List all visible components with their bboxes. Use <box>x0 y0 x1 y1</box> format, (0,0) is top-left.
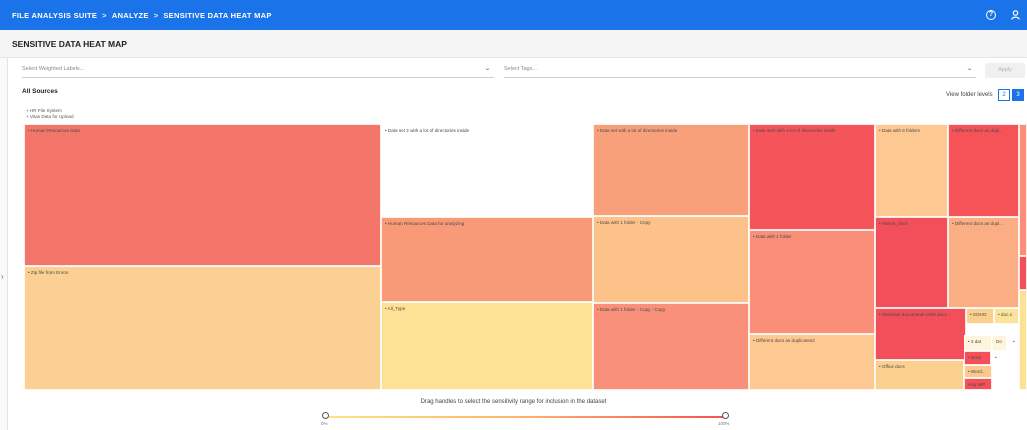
slider-max-label: 100% <box>718 421 730 426</box>
heatmap-tile[interactable] <box>1019 256 1027 290</box>
heatmap-tile-label: • Parent_docs <box>879 221 908 226</box>
breadcrumb: FILE ANALYSIS SUITE > ANALYZE > SENSITIV… <box>12 11 272 20</box>
heatmap-tile-label: • Data set 2 with a lot of directories i… <box>385 128 470 133</box>
heatmap-tile[interactable]: • All_Type <box>381 302 593 390</box>
heatmap-tile-label: • 3 dat <box>968 339 982 344</box>
breadcrumb-current: SENSITIVE DATA HEAT MAP <box>163 10 272 20</box>
heatmap-tile[interactable]: • Zip file from Enron <box>24 266 381 390</box>
heatmap-tile[interactable]: • Docs <box>964 351 991 365</box>
slider-max-handle[interactable] <box>722 412 729 419</box>
breadcrumb-analyze[interactable]: ANALYZE <box>112 11 149 20</box>
heatmap-tile[interactable]: Do <box>992 335 1007 351</box>
slider-instruction: Drag handles to select the sensitivity r… <box>420 399 607 405</box>
folder-level-2-button[interactable]: 2 <box>998 89 1010 101</box>
heatmap-tile-label: • Different docs as duplicates2 <box>753 338 815 343</box>
heatmap-tile[interactable]: • Data with 6 folders <box>875 124 948 217</box>
heatmap-tile-label: • Word... <box>968 369 986 374</box>
heatmap-tile[interactable]: • Data set 2 with a lot of directories i… <box>381 124 593 217</box>
heatmap-tile[interactable]: • Word... <box>964 365 992 378</box>
tags-select[interactable]: Select Tags... ⌄ <box>504 62 976 78</box>
heatmap-tile-label: • Office docs <box>879 364 905 369</box>
slider-min-label: 0% <box>321 421 328 426</box>
chevron-down-icon: ⌄ <box>483 66 492 72</box>
breadcrumb-separator: > <box>153 10 159 20</box>
top-bar: FILE ANALYSIS SUITE > ANALYZE > SENSITIV… <box>0 0 1027 30</box>
heatmap-tile[interactable]: • <box>991 351 1002 365</box>
heatmap-tile[interactable]: • SOHO <box>966 308 994 324</box>
heatmap-tile-label: Do <box>996 339 1002 344</box>
heatmap-tile-label: • Data with 6 folders <box>879 128 920 133</box>
breadcrumb-separator: > <box>102 10 107 20</box>
heatmap-tile-label: • Zip file from Enron <box>28 270 69 275</box>
user-icon[interactable] <box>1003 0 1027 30</box>
heatmap-tile[interactable]: • Parent_docs <box>875 217 948 308</box>
page-title: SENSITIVE DATA HEAT MAP <box>12 39 127 49</box>
heatmap-tile-label: • Data with 1 folder - Copy - Copy <box>597 307 666 312</box>
heatmap-tile-label: • doc.s <box>998 312 1012 317</box>
sidebar-toggle[interactable]: › <box>0 58 8 430</box>
heatmap-tile[interactable]: • Data set2 with a lot of directories in… <box>749 124 875 230</box>
source-item-vitas-data[interactable]: + Vitas Data for Upload <box>26 114 74 120</box>
heatmap-tile-label: Hug WP <box>968 382 986 387</box>
folder-levels-label: View folder levels <box>946 92 993 98</box>
heatmap-tile[interactable]: • Human Resources Data <box>24 124 381 266</box>
heatmap-tile[interactable]: • Different docs as dupl... <box>948 124 1019 217</box>
heatmap-tile-label: • Data set2 with a lot of directories in… <box>753 128 836 133</box>
heatmap-tile[interactable]: • Data set with a lot of directories ins… <box>593 124 749 216</box>
apply-button[interactable]: Apply <box>985 63 1025 78</box>
heatmap-tile[interactable]: • <box>1009 335 1019 351</box>
heat-map: • Human Resources Data • Zip file from En… <box>24 124 1027 390</box>
heatmap-tile-label: • Sensitive documents 1000 docs <box>879 312 947 317</box>
heatmap-tile-label: • SOHO <box>970 312 987 317</box>
heatmap-tile[interactable]: • Office docs <box>875 360 964 390</box>
heatmap-tile[interactable] <box>1019 290 1027 390</box>
heatmap-tile-label: • <box>995 355 997 360</box>
heatmap-tile-label: • Docs <box>968 355 982 360</box>
heatmap-tile-label: • Different docs as dupl... <box>952 221 1004 226</box>
help-icon[interactable]: ? <box>979 0 1003 30</box>
heatmap-tile[interactable]: • Data with 1 folder <box>749 230 875 334</box>
tags-placeholder: Select Tags... <box>504 66 537 72</box>
folder-level-3-button[interactable]: 3 <box>1012 89 1024 101</box>
source-list: + HR File System + Vitas Data for Upload <box>26 108 74 120</box>
weighted-labels-placeholder: Select Weighted Labels... <box>22 66 85 72</box>
heatmap-tile-label: • <box>1013 339 1015 344</box>
heatmap-tile[interactable]: • Different docs as duplicates2 <box>749 334 875 390</box>
heatmap-tile-label: • Human Resources Data <box>28 128 80 133</box>
heatmap-tile-label: • All_Type <box>385 306 406 311</box>
all-sources-heading[interactable]: All Sources <box>22 88 58 95</box>
chevron-down-icon: ⌄ <box>965 66 974 72</box>
heatmap-tile-label: • Data set with a lot of directories ins… <box>597 128 678 133</box>
heatmap-tile[interactable]: • Different docs as dupl... <box>948 217 1019 308</box>
heatmap-tile[interactable]: • 3 dat <box>964 335 992 351</box>
heatmap-tile[interactable]: • doc.s <box>994 308 1019 324</box>
heatmap-tile-label: • Human Resources Data for analyzing <box>385 221 465 226</box>
heatmap-tile[interactable]: • Human Resources Data for analyzing <box>381 217 593 302</box>
chevron-right-icon: › <box>1 272 4 281</box>
page-header <box>0 30 1027 58</box>
weighted-labels-select[interactable]: Select Weighted Labels... ⌄ <box>22 62 494 78</box>
heatmap-tile-label: • Data with 1 folder - Copy <box>597 220 651 225</box>
heatmap-tile[interactable]: • Data with 1 folder - Copy - Copy <box>593 303 749 390</box>
heatmap-tile[interactable]: • Data with 1 folder - Copy <box>593 216 749 303</box>
heatmap-tile-label: • Different docs as dupl... <box>952 128 1004 133</box>
heatmap-tile[interactable]: • Sensitive documents 1000 docs <box>875 308 966 360</box>
heatmap-tile[interactable]: Hug WP <box>964 378 992 390</box>
sensitivity-slider-track[interactable] <box>326 416 726 418</box>
slider-min-handle[interactable] <box>322 412 329 419</box>
heatmap-tile-label: • Data with 1 folder <box>753 234 792 239</box>
heatmap-tile[interactable] <box>1019 124 1027 256</box>
breadcrumb-file-analysis-suite[interactable]: FILE ANALYSIS SUITE <box>12 11 97 20</box>
